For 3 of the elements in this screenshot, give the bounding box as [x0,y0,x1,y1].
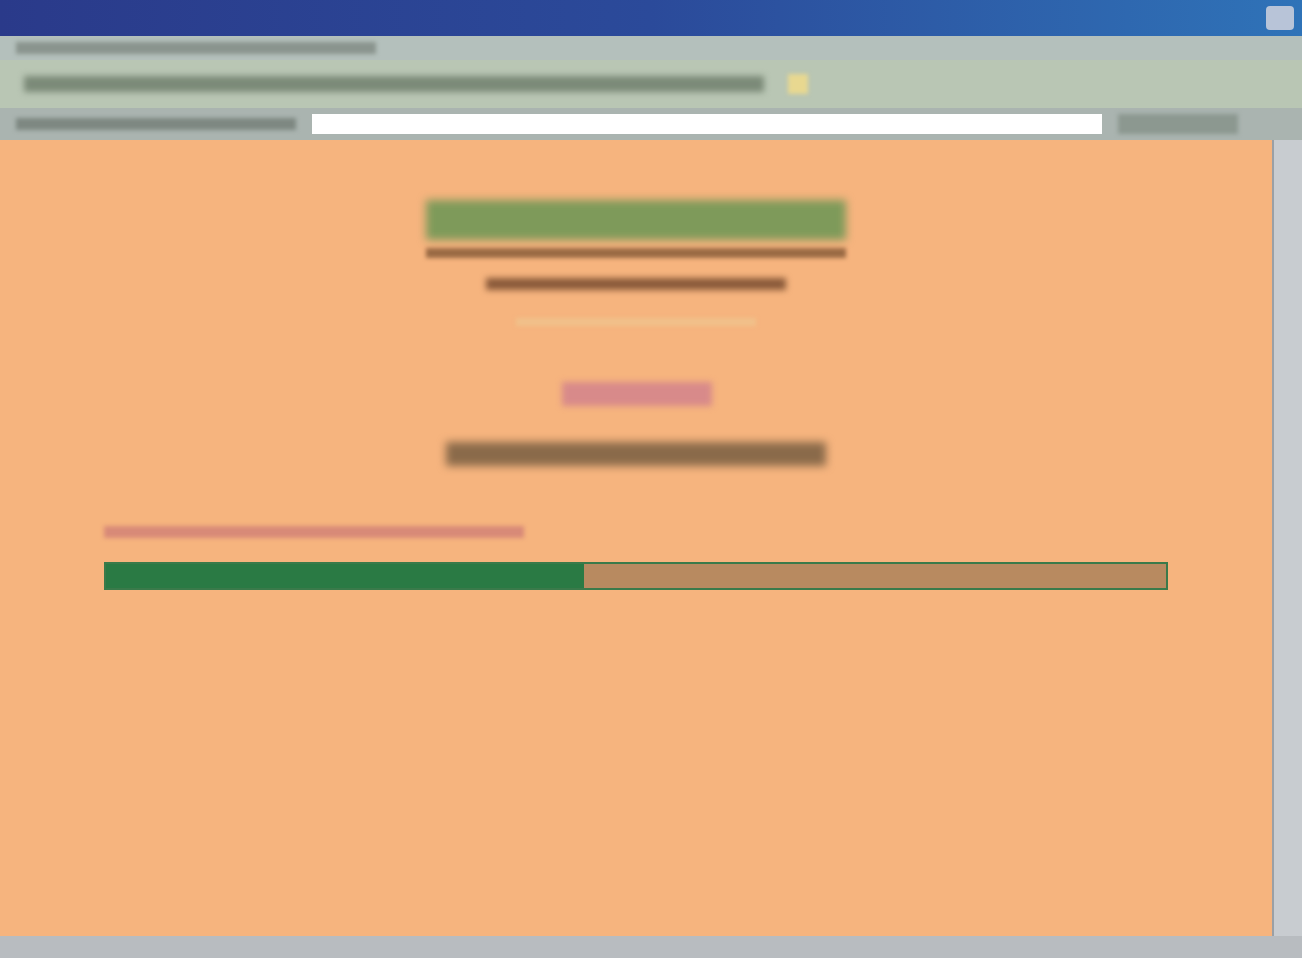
go-button[interactable] [1118,114,1238,134]
address-field[interactable] [312,114,1102,134]
toolbar-button-icon[interactable] [788,74,808,94]
